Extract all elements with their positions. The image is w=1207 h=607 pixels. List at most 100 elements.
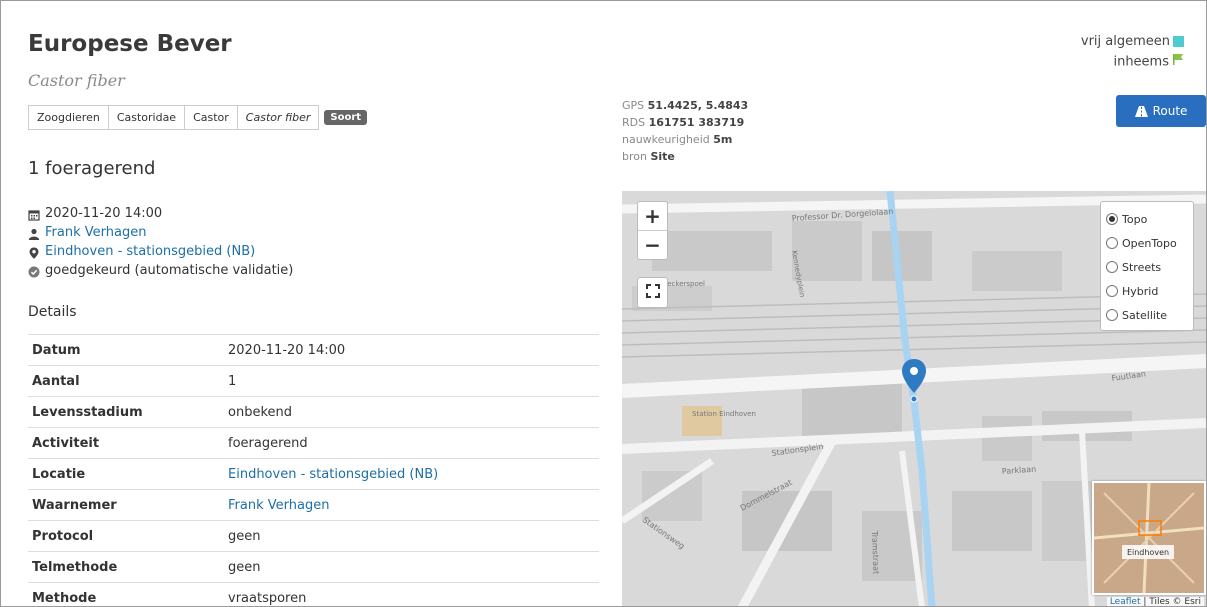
- details-table: Datum 2020-11-20 14:00 Aantal 1 Levensstad…: [28, 334, 599, 606]
- detail-value: foeragerend: [224, 427, 599, 459]
- table-row: Aantal 1: [28, 365, 599, 397]
- layer-option-label: Topo: [1122, 212, 1148, 226]
- observation-title: 1 foeragerend: [28, 158, 156, 179]
- street-label: Station Eindhoven: [692, 410, 756, 418]
- meta-date-text: 2020-11-20 14:00: [45, 206, 163, 221]
- map-attribution: Leaflet | Tiles © Esri: [1106, 597, 1204, 607]
- rds-row: RDS 161751 383719: [622, 114, 748, 131]
- legend-native-label: inheems: [1113, 54, 1169, 70]
- detail-value: 1: [224, 365, 599, 397]
- street-label: Neckerspoel: [662, 280, 705, 288]
- detail-value: onbekend: [224, 396, 599, 428]
- route-button[interactable]: Route: [1116, 95, 1206, 127]
- detail-value: vraatsporen: [224, 582, 599, 606]
- route-button-label: Route: [1152, 104, 1188, 118]
- detail-key: Aantal: [28, 365, 224, 397]
- road-icon: [1134, 105, 1148, 117]
- accuracy-value: 5m: [713, 133, 733, 146]
- radio-icon: [1106, 261, 1118, 273]
- table-row: Protocol geen: [28, 520, 599, 552]
- fullscreen-button[interactable]: [637, 277, 668, 308]
- table-row: Methode vraatsporen: [28, 582, 599, 606]
- details-heading: Details: [28, 304, 77, 320]
- legend-row-abundance: vrij algemeen: [1081, 32, 1184, 52]
- breadcrumb-species[interactable]: Castor fiber: [236, 105, 320, 130]
- scientific-name: Castor fiber: [28, 71, 125, 90]
- detail-key: Datum: [28, 334, 224, 366]
- table-row: Datum 2020-11-20 14:00: [28, 334, 599, 366]
- layer-option-satellite[interactable]: Satellite: [1101, 303, 1193, 327]
- source-row: bron Site: [622, 148, 748, 165]
- detail-value-observer-link[interactable]: Frank Verhagen: [224, 489, 599, 521]
- table-row: Locatie Eindhoven - stationsgebied (NB): [28, 458, 599, 490]
- breadcrumb-class[interactable]: Zoogdieren: [28, 105, 109, 130]
- radio-icon: [1106, 285, 1118, 297]
- check-badge-icon: [28, 265, 40, 277]
- minimap-label: Eindhoven: [1127, 548, 1169, 557]
- source-label: bron: [622, 150, 647, 163]
- map-zoom-control: + −: [637, 201, 668, 260]
- table-row: Waarnemer Frank Verhagen: [28, 489, 599, 521]
- meta-date: 2020-11-20 14:00: [28, 204, 293, 223]
- layer-option-opentopo[interactable]: OpenTopo: [1101, 231, 1193, 255]
- detail-key: Locatie: [28, 458, 224, 490]
- layer-option-streets[interactable]: Streets: [1101, 255, 1193, 279]
- observation-meta: 2020-11-20 14:00 Frank Verhagen Eindhove…: [28, 204, 293, 280]
- layer-option-topo[interactable]: Topo: [1101, 207, 1193, 231]
- rank-badge: Soort: [324, 110, 368, 125]
- breadcrumb-family[interactable]: Castoridae: [107, 105, 186, 130]
- fullscreen-icon: [645, 283, 660, 302]
- zoom-out-button[interactable]: −: [638, 230, 667, 259]
- attribution-link[interactable]: Leaflet: [1110, 597, 1141, 606]
- zoom-in-button[interactable]: +: [638, 202, 667, 230]
- coordinates-block: GPS 51.4425, 5.4843 RDS 161751 383719 na…: [622, 97, 748, 165]
- gps-value: 51.4425, 5.4843: [647, 99, 749, 112]
- calendar-icon: [28, 208, 40, 221]
- detail-key: Methode: [28, 582, 224, 606]
- attribution-text: | Tiles © Esri: [1143, 597, 1201, 607]
- accuracy-row: nauwkeurigheid 5m: [622, 131, 748, 148]
- flag-icon: [1172, 52, 1184, 72]
- detail-value: 2020-11-20 14:00: [224, 334, 599, 366]
- detail-key: Waarnemer: [28, 489, 224, 521]
- map-marker-icon: [28, 246, 40, 259]
- taxonomy-breadcrumb: Zoogdieren Castoridae Castor Castor fibe…: [28, 105, 368, 130]
- map-minimap[interactable]: Eindhoven: [1092, 481, 1206, 595]
- observer-link[interactable]: Frank Verhagen: [45, 223, 146, 242]
- detail-key: Telmethode: [28, 551, 224, 583]
- detail-key: Activiteit: [28, 427, 224, 459]
- detail-key: Protocol: [28, 520, 224, 552]
- page-frame: Europese Bever Castor fiber Zoogdieren C…: [0, 0, 1207, 607]
- table-row: Activiteit foeragerend: [28, 427, 599, 459]
- rds-label: RDS: [622, 116, 646, 129]
- street-label: Tramstraat: [870, 530, 881, 575]
- detail-value: geen: [224, 520, 599, 552]
- legend-abundance-label: vrij algemeen: [1080, 34, 1170, 49]
- layer-option-label: Satellite: [1122, 308, 1168, 322]
- source-value: Site: [650, 150, 675, 163]
- map-layer-switcher: Topo OpenTopo Streets Hybrid Satellite: [1100, 201, 1194, 331]
- table-row: Levensstadium onbekend: [28, 396, 599, 428]
- page-title: Europese Bever: [28, 31, 232, 57]
- breadcrumb-genus[interactable]: Castor: [184, 105, 238, 130]
- layer-option-hybrid[interactable]: Hybrid: [1101, 279, 1193, 303]
- radio-selected-icon: [1106, 213, 1118, 225]
- detail-key: Levensstadium: [28, 396, 224, 428]
- accuracy-label: nauwkeurigheid: [622, 133, 710, 146]
- location-link[interactable]: Eindhoven - stationsgebied (NB): [45, 242, 255, 261]
- square-icon: [1173, 36, 1184, 47]
- status-legend: vrij algemeen inheems: [1081, 32, 1184, 73]
- meta-validation-text: goedgekeurd (automatische validatie): [45, 263, 294, 278]
- gps-row: GPS 51.4425, 5.4843: [622, 97, 748, 114]
- meta-observer: Frank Verhagen: [28, 223, 293, 242]
- meta-location: Eindhoven - stationsgebied (NB): [28, 242, 293, 261]
- gps-label: GPS: [622, 99, 645, 112]
- minimap-tiles: Eindhoven: [1094, 483, 1204, 593]
- detail-value-location-link[interactable]: Eindhoven - stationsgebied (NB): [224, 458, 599, 490]
- layer-option-label: OpenTopo: [1122, 236, 1177, 250]
- table-row: Telmethode geen: [28, 551, 599, 583]
- user-icon: [28, 227, 40, 240]
- detail-value: geen: [224, 551, 599, 583]
- radio-icon: [1106, 309, 1118, 321]
- legend-row-native: inheems: [1081, 52, 1184, 73]
